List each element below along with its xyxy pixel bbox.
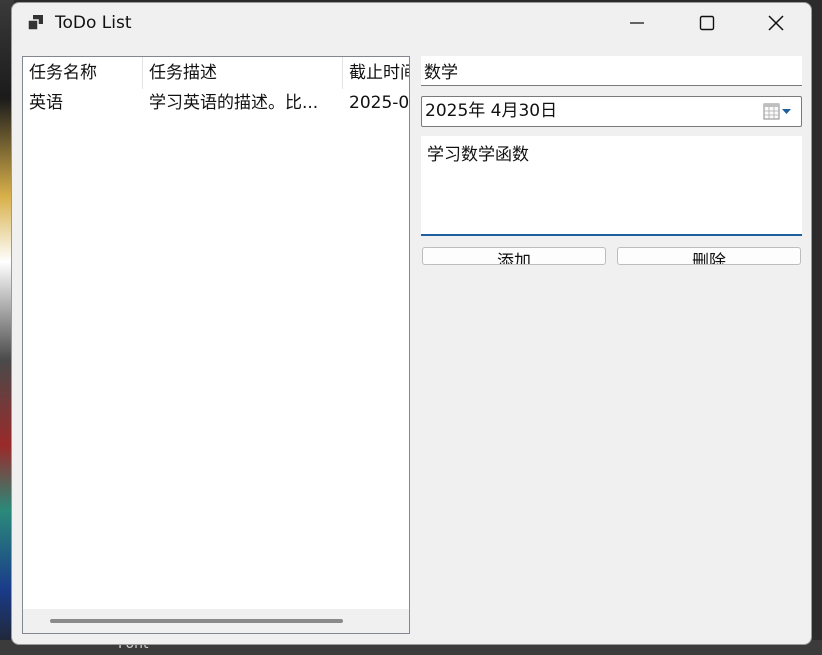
table-row[interactable]: 英语 学习英语的描述。比... 2025-0 bbox=[23, 89, 409, 117]
list-header: 任务名称 任务描述 截止时间 bbox=[23, 57, 409, 89]
scrollbar-thumb[interactable] bbox=[50, 619, 343, 623]
column-header-description[interactable]: 任务描述 bbox=[143, 57, 343, 89]
deadline-date-picker[interactable]: 2025年 4月30日 bbox=[421, 96, 802, 127]
task-list-view[interactable]: 任务名称 任务描述 截止时间 英语 学习英语的描述。比... 2025-0 bbox=[22, 56, 410, 634]
close-icon bbox=[768, 15, 784, 31]
task-name-input[interactable] bbox=[421, 56, 802, 86]
calendar-dropdown-icon[interactable] bbox=[763, 102, 793, 122]
window-title: ToDo List bbox=[55, 13, 132, 33]
cell-task-name: 英语 bbox=[29, 93, 63, 113]
column-header-name[interactable]: 任务名称 bbox=[23, 57, 143, 89]
column-header-deadline[interactable]: 截止时间 bbox=[343, 57, 409, 89]
maximize-button[interactable] bbox=[672, 3, 742, 43]
close-button[interactable] bbox=[741, 3, 811, 43]
cell-task-deadline: 2025-0 bbox=[349, 93, 410, 113]
horizontal-scrollbar[interactable] bbox=[23, 609, 409, 633]
date-value: 2025年 4月30日 bbox=[425, 101, 558, 121]
app-icon bbox=[27, 15, 43, 31]
add-button[interactable]: 添加 bbox=[422, 247, 606, 265]
maximize-icon bbox=[699, 15, 715, 31]
cell-task-description: 学习英语的描述。比... bbox=[149, 93, 319, 113]
title-bar[interactable]: ToDo List bbox=[12, 3, 811, 43]
todo-window: ToDo List 任务名称 任务描述 截止时间 英语 学习英语的描述。比... bbox=[11, 2, 812, 645]
task-description-textarea[interactable]: 学习数学函数 bbox=[421, 136, 802, 236]
delete-button[interactable]: 删除 bbox=[617, 247, 801, 265]
minimize-button[interactable] bbox=[602, 3, 672, 43]
minimize-icon bbox=[630, 22, 644, 24]
